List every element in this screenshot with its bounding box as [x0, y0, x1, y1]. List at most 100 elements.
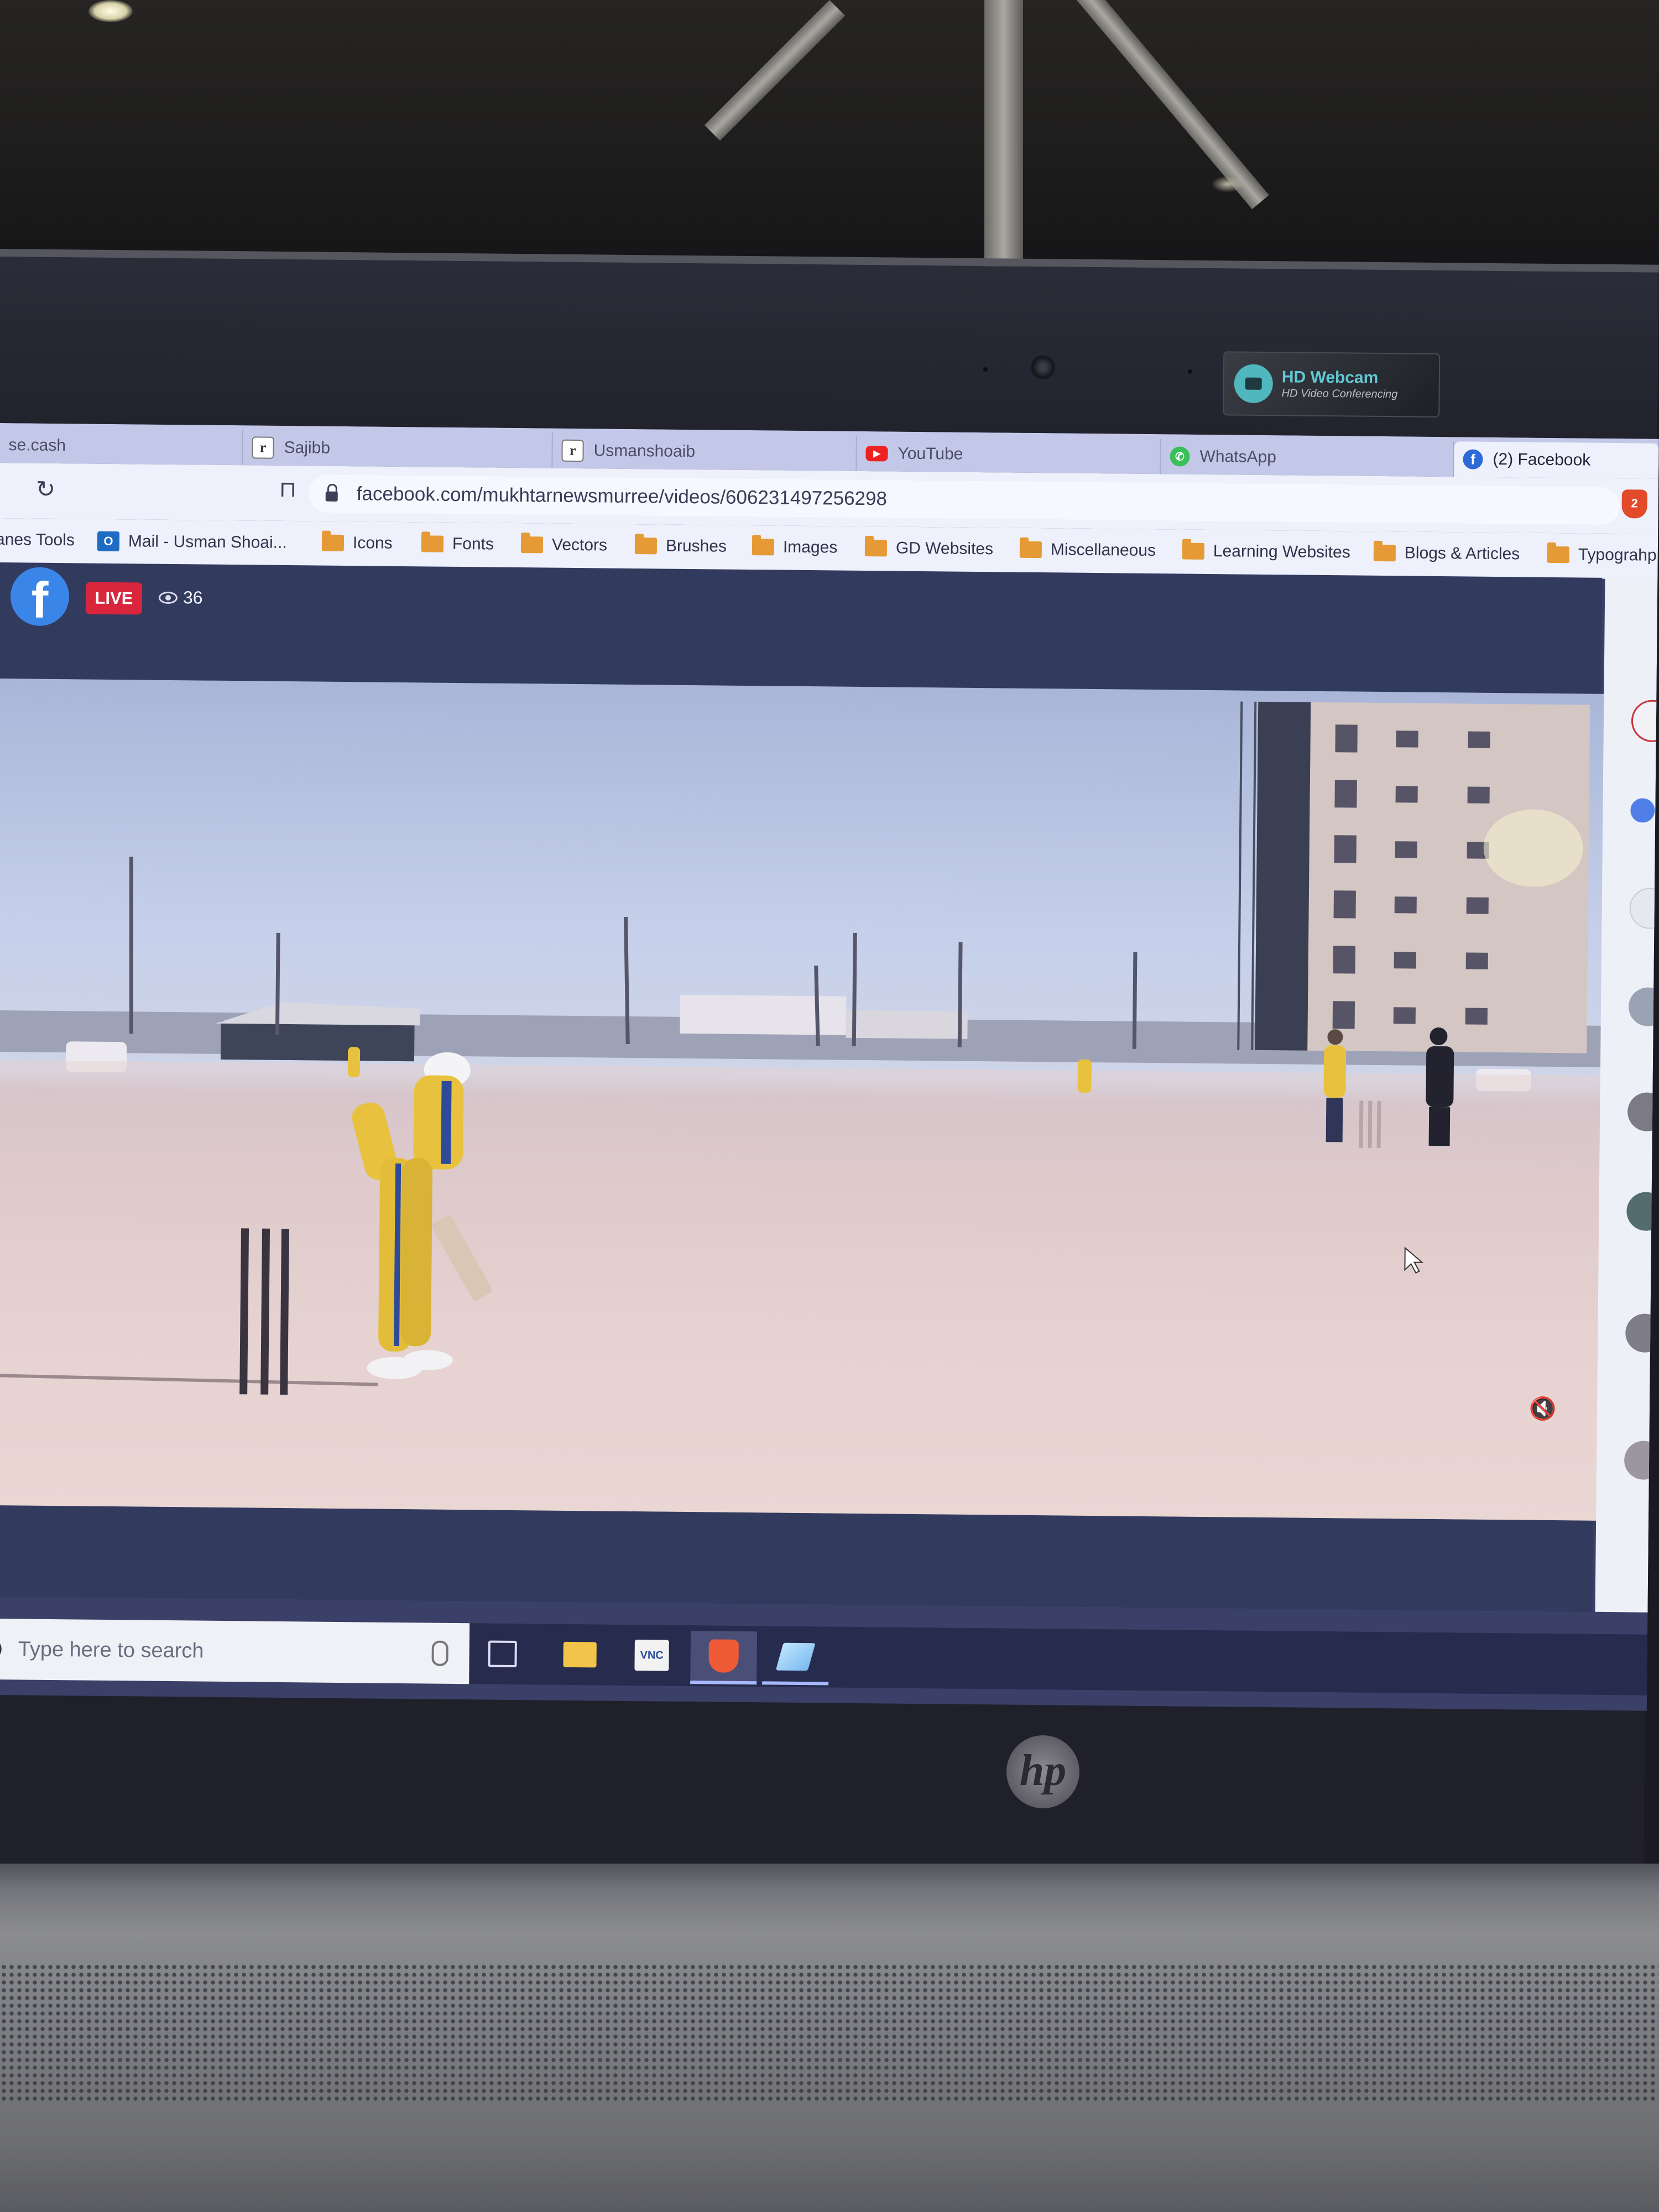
task-view-icon	[488, 1640, 517, 1668]
vnc-viewer-button[interactable]: VNC	[618, 1630, 685, 1681]
folder-icon	[752, 539, 775, 556]
viewer-count: 36	[158, 587, 203, 608]
comment-avatar[interactable]	[1627, 1092, 1659, 1131]
brave-browser-button[interactable]	[690, 1631, 758, 1685]
hp-logo: hp	[1006, 1735, 1079, 1808]
like-icon[interactable]	[1630, 798, 1655, 823]
bookmark-label: Blogs & Articles	[1404, 544, 1520, 564]
task-view-button[interactable]	[469, 1629, 536, 1679]
tab-label: Usmanshoaib	[593, 441, 696, 461]
folder-icon	[1373, 544, 1396, 562]
bookmark-folder-vectors[interactable]: Vectors	[520, 535, 608, 555]
lock-icon	[325, 491, 338, 502]
facebook-logo-icon[interactable]: f	[10, 567, 70, 627]
distant-building	[846, 1010, 968, 1039]
near-stumps	[239, 1228, 290, 1395]
ceiling-light	[88, 0, 133, 22]
bookmark-mail[interactable]: O Mail - Usman Shoai...	[97, 531, 287, 553]
folder-icon	[421, 535, 444, 552]
microphone-icon[interactable]	[431, 1640, 448, 1666]
extension-badge: 2	[1631, 496, 1638, 510]
snip-tool-button[interactable]	[762, 1631, 830, 1686]
r-favicon-icon: r	[252, 436, 274, 459]
tab-sajibb[interactable]: r Sajibb	[243, 430, 553, 468]
url-text: facebook.com/mukhtarnewsmurree/videos/60…	[356, 483, 888, 510]
bookmark-label: Images	[782, 538, 838, 557]
folder-icon	[321, 534, 345, 551]
comment-avatar[interactable]	[1629, 888, 1659, 930]
bookmark-folder-typography[interactable]: Typograhp	[1547, 545, 1657, 565]
bookmark-label: Brushes	[665, 536, 727, 556]
bookmark-anes-tools[interactable]: anes Tools	[0, 530, 75, 550]
search-placeholder: Type here to search	[18, 1637, 204, 1663]
bookmark-icon[interactable]: ⊓	[279, 477, 297, 502]
webcam-sticker: HD Webcam HD Video Conferencing	[1223, 351, 1441, 418]
webcam-sticker-subtitle: HD Video Conferencing	[1281, 387, 1398, 401]
muted-speaker-icon[interactable]: 🔇	[1529, 1396, 1564, 1425]
taskbar-search[interactable]: Type here to search	[0, 1618, 470, 1684]
sensor-dot	[983, 367, 988, 372]
eye-icon	[158, 591, 178, 604]
bookmark-folder-miscellaneous[interactable]: Miscellaneous	[1019, 540, 1156, 560]
ceiling-beam	[984, 0, 1023, 276]
bookmark-label: Fonts	[452, 534, 494, 554]
bookmark-label: Typograhp	[1578, 545, 1657, 565]
tab-se-cash[interactable]: se.cash	[0, 427, 243, 466]
bookmark-folder-images[interactable]: Images	[752, 538, 838, 557]
bookmark-label: Vectors	[551, 535, 608, 555]
tab-youtube[interactable]: ▶ YouTube	[857, 435, 1161, 474]
bookmark-label: Mail - Usman Shoai...	[128, 532, 287, 552]
r-favicon-icon: r	[561, 439, 584, 462]
tab-label: Sajibb	[284, 438, 331, 457]
webcam-lens	[1030, 354, 1056, 380]
scaffolding	[1237, 701, 1257, 1050]
bookmark-folder-fonts[interactable]: Fonts	[421, 534, 494, 554]
bookmark-folder-gd-websites[interactable]: GD Websites	[864, 539, 993, 559]
bookmark-label: Icons	[352, 534, 393, 552]
tab-whatsapp[interactable]: ✆ WhatsApp	[1161, 439, 1454, 477]
bookmark-folder-blogs-articles[interactable]: Blogs & Articles	[1373, 544, 1520, 564]
live-badge: LIVE	[85, 582, 143, 615]
tab-label: se.cash	[8, 436, 66, 455]
bookmark-folder-learning-websites[interactable]: Learning Websites	[1182, 542, 1350, 562]
file-explorer-icon	[563, 1641, 597, 1668]
tab-usmanshoaib[interactable]: r Usmanshoaib	[552, 432, 857, 471]
bookmark-folder-brushes[interactable]: Brushes	[634, 536, 727, 556]
outlook-icon: O	[97, 531, 120, 552]
snipping-tool-icon	[775, 1642, 816, 1671]
ceiling-beam	[704, 0, 846, 141]
page-avatar[interactable]	[1631, 700, 1659, 743]
laptop-screen: se.cash r Sajibb r Usmanshoaib ▶ YouTube…	[0, 423, 1659, 1711]
comment-avatar[interactable]	[1624, 1441, 1659, 1480]
sensor-dot	[1187, 369, 1193, 374]
distant-building	[680, 994, 847, 1035]
speaker-grille	[0, 1963, 1659, 2101]
room-background	[0, 0, 1659, 288]
facebook-icon: f	[1463, 449, 1483, 469]
tall-building-shadow	[1255, 701, 1311, 1051]
live-video-player[interactable]	[0, 678, 1613, 1521]
reload-icon[interactable]: ↻	[36, 476, 56, 503]
brave-shields-icon[interactable]: 2	[1621, 489, 1647, 519]
tent	[220, 1020, 415, 1062]
folder-icon	[1019, 541, 1042, 559]
comment-avatar[interactable]	[1628, 987, 1659, 1026]
comment-avatar[interactable]	[1626, 1192, 1659, 1231]
webcam-icon	[1234, 364, 1274, 404]
bookmark-label: Miscellaneous	[1050, 540, 1156, 560]
comment-avatar[interactable]	[1625, 1313, 1659, 1353]
folder-icon	[1182, 542, 1205, 560]
tab-label: YouTube	[898, 444, 963, 463]
search-icon	[0, 1638, 2, 1660]
forward-icon[interactable]: ›	[0, 475, 1, 502]
file-explorer-button[interactable]	[546, 1630, 613, 1680]
bookmark-folder-icons[interactable]: Icons	[321, 534, 393, 553]
vnc-icon: VNC	[634, 1640, 669, 1671]
right-sidebar	[1595, 577, 1659, 1613]
youtube-icon: ▶	[865, 446, 888, 462]
tab-facebook[interactable]: f (2) Facebook	[1454, 441, 1659, 479]
tab-label: WhatsApp	[1199, 447, 1277, 467]
viewer-count-value: 36	[182, 587, 203, 608]
address-bar[interactable]: facebook.com/mukhtarnewsmurree/videos/60…	[309, 474, 1620, 525]
cricket-match-frame	[0, 701, 1609, 1521]
